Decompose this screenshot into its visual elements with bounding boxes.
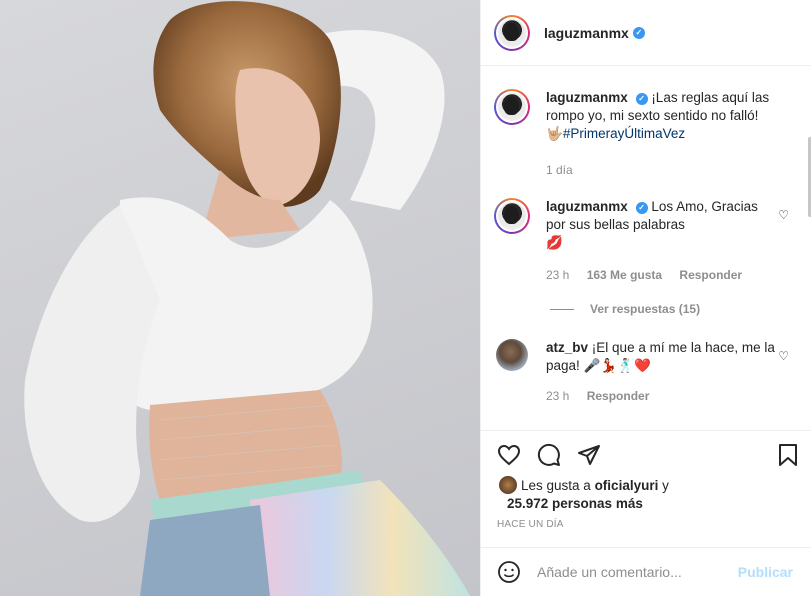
verified-badge-icon: ✓ <box>635 202 648 214</box>
like-comment-heart-icon[interactable]: ♡ <box>778 349 789 363</box>
comment-composer: Publicar <box>481 547 811 596</box>
like-comment-heart-icon[interactable]: ♡ <box>778 208 789 222</box>
post-photo[interactable] <box>0 0 480 596</box>
post-timestamp[interactable]: HACE UN DÍA <box>497 519 564 530</box>
view-replies-button[interactable]: Ver respuestas (15) <box>550 302 700 316</box>
author-avatar[interactable] <box>494 14 530 51</box>
author-username[interactable]: laguzmanmx <box>544 25 629 41</box>
caption-meta: 1 día <box>546 163 587 177</box>
post-header: laguzmanmx ✓ <box>481 0 811 66</box>
caption-author-avatar[interactable] <box>494 89 530 125</box>
comment-input[interactable] <box>535 563 729 581</box>
like-heart-icon[interactable] <box>497 443 521 470</box>
post-details-panel: laguzmanmx ✓ laguzmanmx ✓ ¡Las reglas aq… <box>480 0 811 596</box>
comment-meta: 23 h 163 Me gusta Responder <box>546 268 756 282</box>
comment-emoji: 💋 <box>546 235 563 250</box>
likes-prefix: Les gusta a <box>521 478 595 493</box>
comment-author[interactable]: atz_bv <box>546 340 588 355</box>
action-bar <box>481 430 811 473</box>
comments-list[interactable]: laguzmanmx ✓ ¡Las reglas aquí las rompo … <box>481 67 811 430</box>
caption-author[interactable]: laguzmanmx <box>546 90 628 105</box>
likes-summary: Les gusta a oficialyuri y 25.972 persona… <box>499 476 799 513</box>
reply-button[interactable]: Responder <box>587 389 650 403</box>
liker-username[interactable]: oficialyuri <box>595 478 659 493</box>
verified-badge-icon: ✓ <box>632 26 645 39</box>
post-photo-art <box>24 1 470 596</box>
comment-likes[interactable]: 163 Me gusta <box>587 268 662 282</box>
comment-emoji: 🎤💃🏻🕺🏻❤️ <box>583 358 651 373</box>
caption-body: laguzmanmx ✓ ¡Las reglas aquí las rompo … <box>546 89 776 143</box>
share-paper-plane-icon[interactable] <box>577 443 601 470</box>
comment-author-avatar[interactable] <box>494 198 530 234</box>
caption-time[interactable]: 1 día <box>546 163 573 177</box>
likes-suffix: y <box>658 478 669 493</box>
comment-time[interactable]: 23 h <box>546 268 569 282</box>
likes-count[interactable]: 25.972 personas más <box>499 496 643 511</box>
replies-divider <box>550 309 574 311</box>
comment-body: atz_bv ¡El que a mí me la hace, me la pa… <box>546 339 776 375</box>
comment-bubble-icon[interactable] <box>537 443 561 470</box>
liker-avatar[interactable] <box>499 476 517 494</box>
bookmark-icon[interactable] <box>776 443 800 470</box>
comment-meta: 23 h Responder <box>546 389 663 403</box>
comment-time[interactable]: 23 h <box>546 389 569 403</box>
post-comment-button[interactable]: Publicar <box>732 563 799 581</box>
caption-hashtag[interactable]: #PrimerayÚltimaVez <box>563 126 685 141</box>
emoji-smile-icon[interactable] <box>497 560 521 584</box>
comment-body: laguzmanmx ✓ Los Amo, Gracias por sus be… <box>546 198 776 252</box>
comment-author[interactable]: laguzmanmx <box>546 199 628 214</box>
comment-author-avatar[interactable] <box>496 339 528 371</box>
reply-button[interactable]: Responder <box>679 268 742 282</box>
caption-emoji: 🤟🏼 <box>546 126 563 141</box>
verified-badge-icon: ✓ <box>635 93 648 105</box>
view-replies-label: Ver respuestas (15) <box>590 302 701 316</box>
